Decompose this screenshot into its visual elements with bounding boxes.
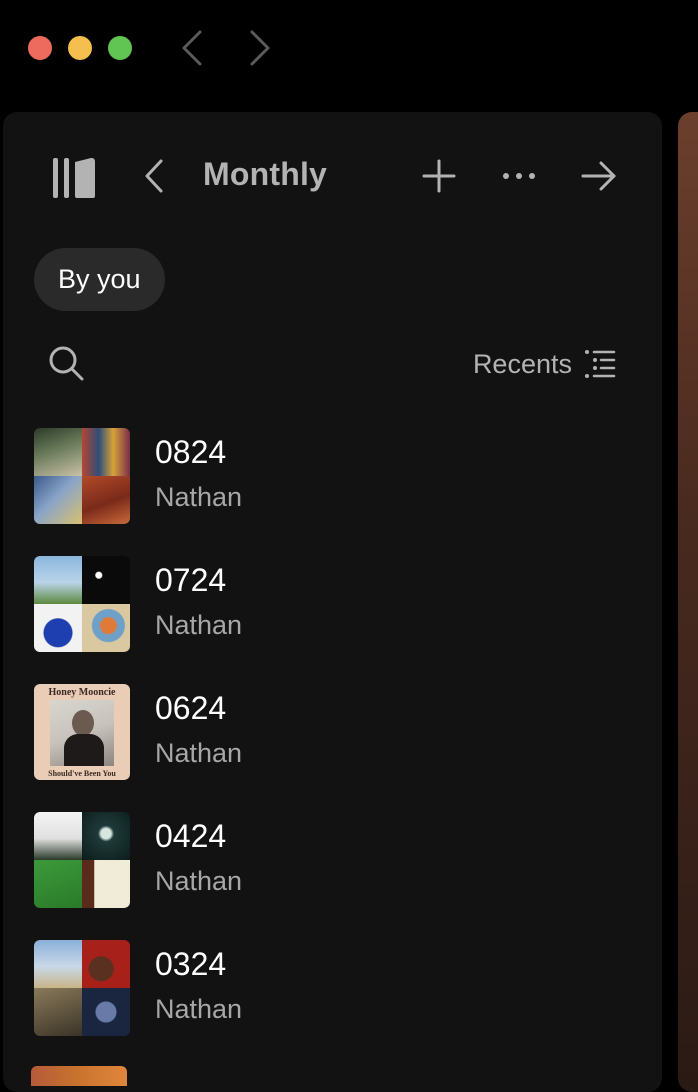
list-icon [585,350,616,378]
playlist-title: 0324 [155,946,227,982]
playlist-cover [34,812,130,908]
playlist-item[interactable]: 0424 Nathan [34,812,634,940]
cover-text-top: Honey Mooncie [48,687,116,698]
playlist-list: 0824 Nathan 0724 Nathan Honey Mooncie Sh… [34,428,634,1068]
chevron-left-icon[interactable] [139,158,171,194]
zoom-window-button[interactable] [108,36,132,60]
playlist-item[interactable]: 0824 Nathan [34,428,634,556]
library-title: Monthly [203,156,328,192]
playlist-title: 0624 [155,690,227,726]
more-icon[interactable] [499,164,539,188]
back-icon[interactable] [172,28,212,68]
playlist-cover-partial[interactable] [31,1066,127,1086]
playlist-title: 0824 [155,434,227,470]
playlist-title: 0724 [155,562,227,598]
minimize-window-button[interactable] [68,36,92,60]
forward-icon[interactable] [240,28,280,68]
playlist-item[interactable]: 0724 Nathan [34,556,634,684]
sort-label: Recents [472,348,572,379]
playlist-owner: Nathan [155,610,243,640]
close-window-button[interactable] [28,36,52,60]
playlist-owner: Nathan [155,866,243,896]
filter-chip-by-you[interactable]: By you [34,248,165,311]
playlist-owner: Nathan [155,482,243,512]
arrow-right-icon[interactable] [579,158,619,194]
playlist-cover [34,940,130,1036]
playlist-cover [34,428,130,524]
sort-button[interactable]: Recents [473,344,616,384]
playlist-owner: Nathan [155,994,243,1024]
search-icon[interactable] [47,344,85,382]
playlist-cover: Honey Mooncie Should've Been You [34,684,130,780]
library-icon[interactable] [53,156,97,200]
library-panel: Monthly By you Recents 0824 Nathan 0724 … [3,112,662,1092]
playlist-cover [34,556,130,652]
playlist-title: 0424 [155,818,227,854]
plus-icon[interactable] [421,158,457,194]
cover-text-bottom: Should've Been You [48,769,116,778]
main-view-edge [678,112,698,1092]
playlist-item[interactable]: Honey Mooncie Should've Been You 0624 Na… [34,684,634,812]
playlist-item[interactable]: 0324 Nathan [34,940,634,1068]
playlist-owner: Nathan [155,738,243,768]
